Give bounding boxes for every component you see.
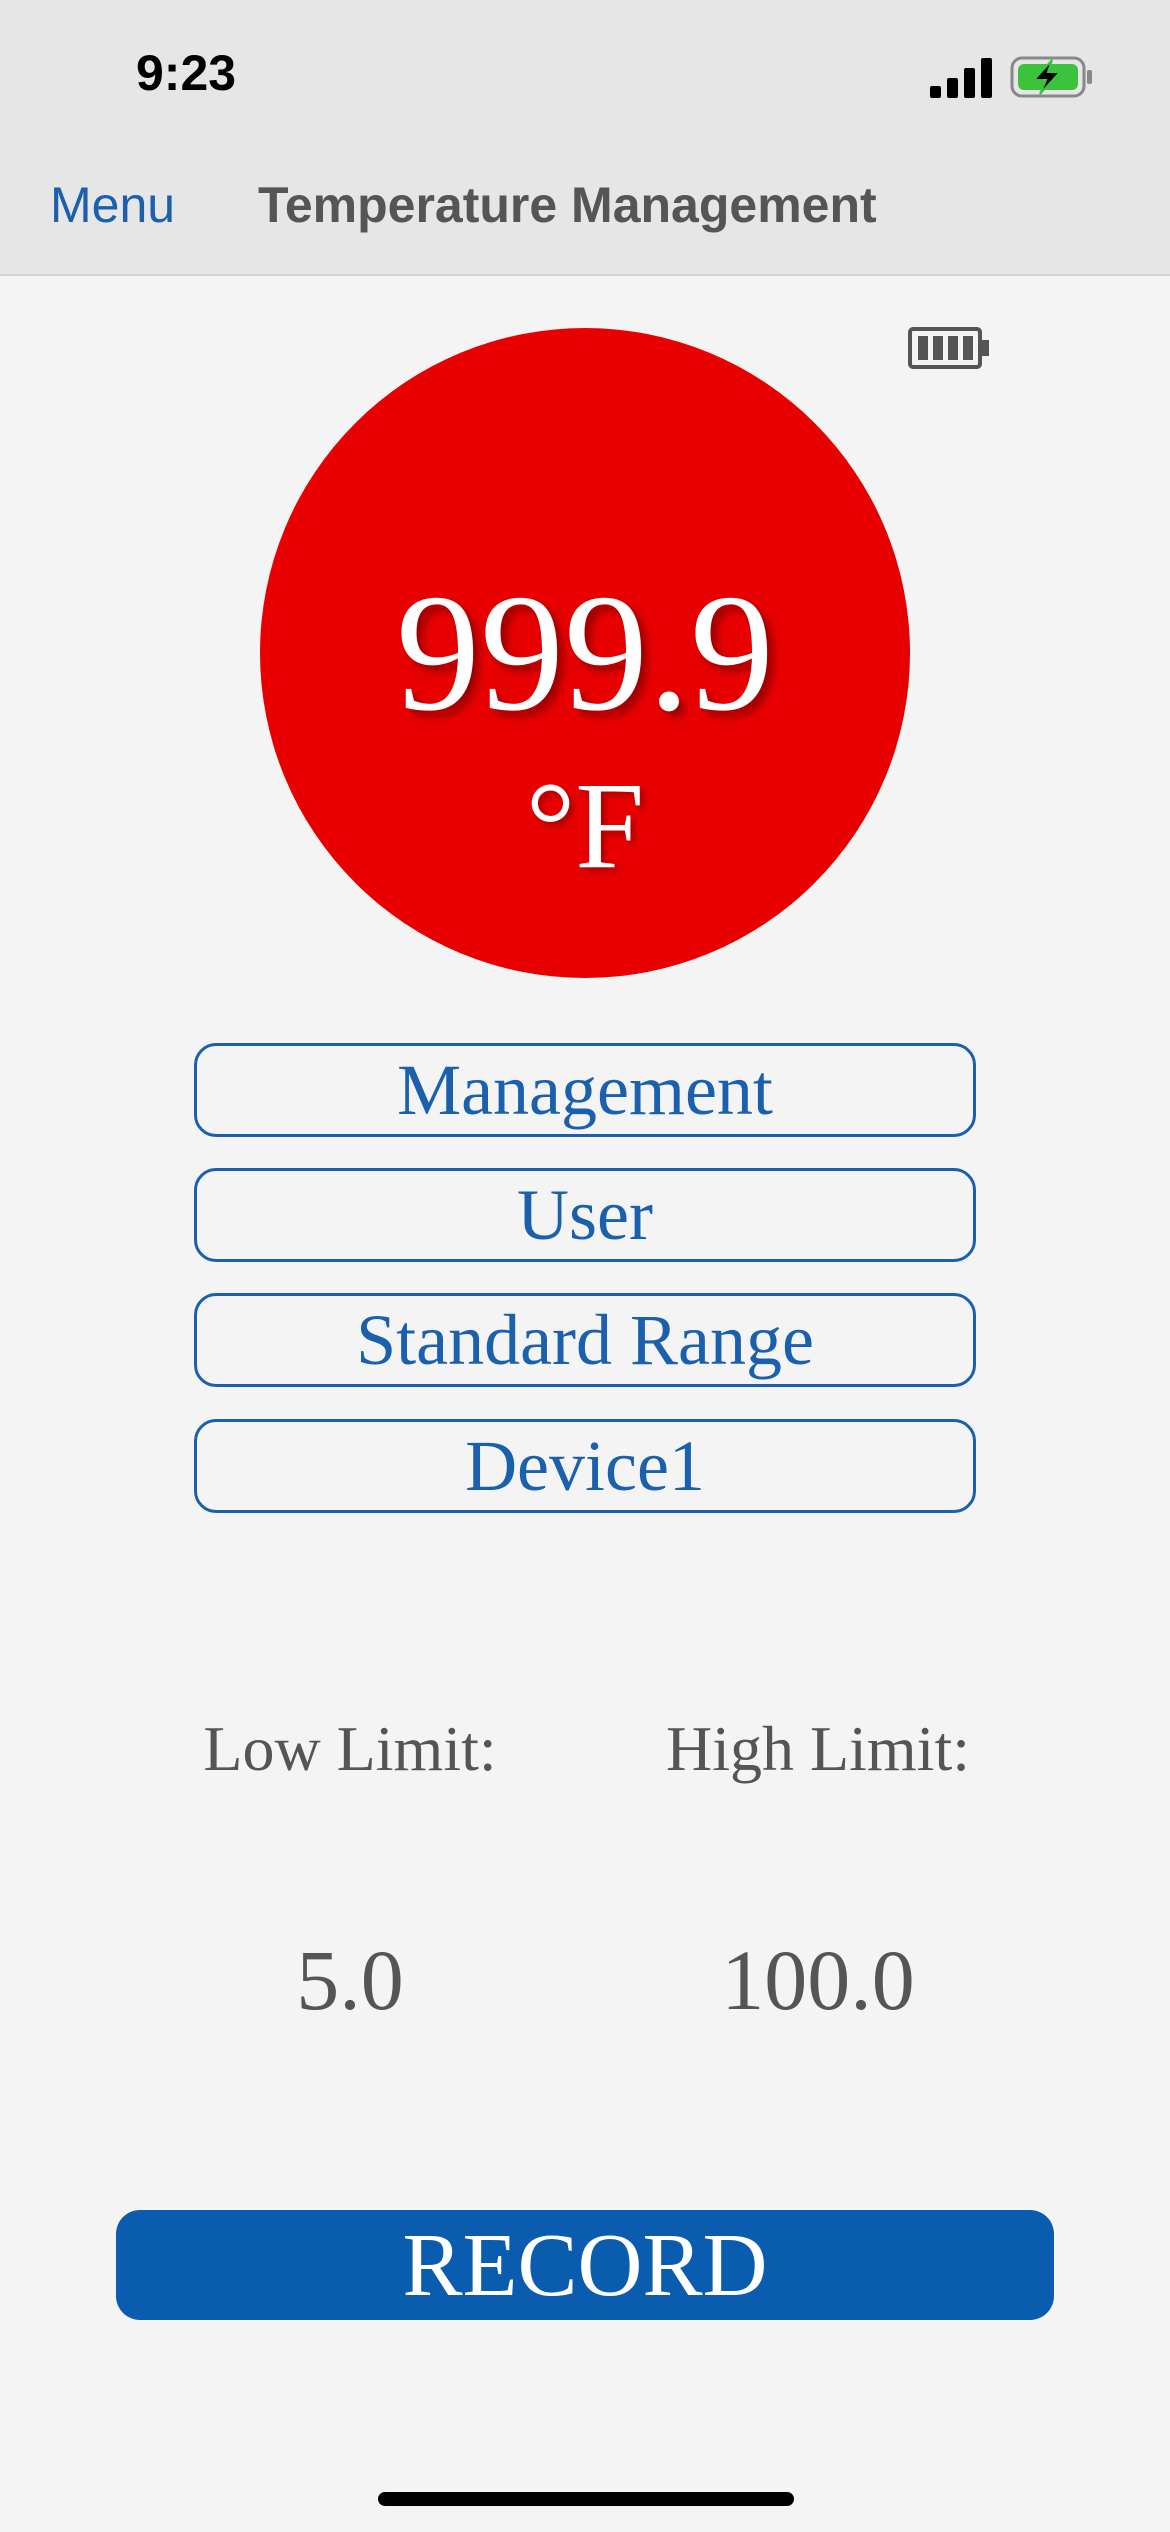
device-selector[interactable]: Device1 bbox=[194, 1419, 976, 1513]
temperature-unit: °F bbox=[525, 757, 645, 894]
low-limit-label: Low Limit: bbox=[203, 1713, 497, 1784]
range-selector[interactable]: Standard Range bbox=[194, 1293, 976, 1387]
menu-button[interactable]: Menu bbox=[50, 176, 175, 234]
record-button[interactable]: RECORD bbox=[116, 2210, 1054, 2320]
signal-icon bbox=[930, 58, 992, 98]
navigation-bar: Menu Temperature Management bbox=[0, 148, 1170, 276]
temperature-indicator: 999.9 °F bbox=[260, 328, 910, 978]
battery-charging-icon bbox=[1010, 56, 1092, 98]
low-limit-value: 5.0 bbox=[296, 1932, 404, 2028]
status-bar: 9:23 bbox=[0, 0, 1170, 148]
high-limit-value: 100.0 bbox=[721, 1932, 915, 2028]
battery-icon bbox=[908, 327, 989, 369]
temperature-value: 999.9 bbox=[396, 560, 774, 746]
high-limit-label: High Limit: bbox=[666, 1713, 970, 1784]
home-indicator[interactable] bbox=[378, 2492, 794, 2506]
status-time: 9:23 bbox=[136, 45, 237, 101]
page-title: Temperature Management bbox=[258, 177, 877, 233]
management-selector[interactable]: Management bbox=[194, 1043, 976, 1137]
user-selector[interactable]: User bbox=[194, 1168, 976, 1262]
